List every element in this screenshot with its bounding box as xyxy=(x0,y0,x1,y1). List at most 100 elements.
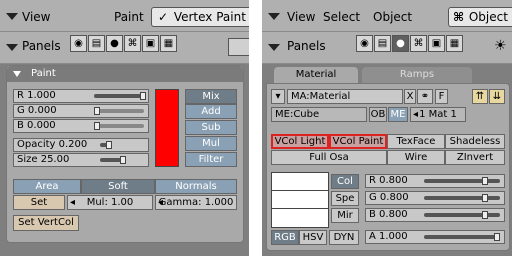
paint-color-swatch[interactable] xyxy=(155,89,179,167)
g-value: G 0.000 xyxy=(17,105,57,116)
vcol-paint-toggle[interactable]: VCol Paint xyxy=(329,134,387,149)
zinvert-toggle[interactable]: ZInvert xyxy=(445,150,505,165)
filter-button[interactable]: Filter xyxy=(185,152,237,167)
mul-value: Mul: 1.00 xyxy=(86,197,134,208)
panel-collapse-icon[interactable] xyxy=(13,71,21,77)
material-b-value: B 0.800 xyxy=(369,209,408,220)
color-preview xyxy=(271,172,329,228)
buttons-window-icons: ◉ ▤ ● ⌘ ▣ ▦ xyxy=(356,35,464,52)
mul-button[interactable]: Mul xyxy=(185,136,237,151)
script-icon[interactable]: ▤ xyxy=(374,35,391,52)
view-menu[interactable]: View xyxy=(22,10,50,24)
material-g-value: G 0.800 xyxy=(369,192,409,203)
sub-button[interactable]: Sub xyxy=(185,120,237,135)
me-link-button[interactable]: ME xyxy=(388,107,408,122)
alpha-value: A 1.000 xyxy=(369,231,408,242)
r-value: R 1.000 xyxy=(17,90,56,101)
r-track xyxy=(94,94,144,98)
tab-material[interactable]: Material xyxy=(274,67,358,83)
panel-scroll-arrows[interactable] xyxy=(228,38,249,56)
material-r-slider[interactable]: R 0.800 xyxy=(365,174,505,188)
col-tab[interactable]: Col xyxy=(331,174,359,189)
mix-button[interactable]: Mix xyxy=(185,89,237,104)
g-slider[interactable]: G 0.000 xyxy=(13,104,149,118)
shading-icon[interactable]: ● xyxy=(392,35,409,52)
mode-label: Object xyxy=(468,10,508,24)
mode-selector[interactable]: ⌘ Object xyxy=(448,7,512,27)
shading-icon[interactable]: ● xyxy=(106,35,123,52)
panels-bar: Panels ◉ ▤ ● ⌘ ▣ ▦ xyxy=(0,32,249,64)
mir-tab[interactable]: Mir xyxy=(331,208,359,223)
sun-icon[interactable]: ☀ xyxy=(494,38,507,54)
ob-link-button[interactable]: OB xyxy=(369,107,387,122)
paste-material-icon[interactable]: ⇊ xyxy=(489,89,505,104)
scene-icon[interactable]: ▦ xyxy=(446,35,463,52)
logic-icon[interactable]: ◉ xyxy=(356,35,373,52)
tab-ramps[interactable]: Ramps xyxy=(362,67,472,83)
editing-icon[interactable]: ▣ xyxy=(142,35,159,52)
r-knob xyxy=(140,92,146,100)
unlink-material-button[interactable]: X xyxy=(404,89,416,104)
mul-decrement-icon[interactable]: ◂ xyxy=(70,196,75,209)
normals-toggle[interactable]: Normals xyxy=(155,179,237,194)
spe-tab[interactable]: Spe xyxy=(331,191,359,206)
copy-material-icon[interactable]: ⇈ xyxy=(472,89,488,104)
panels-collapse-triangle-icon[interactable] xyxy=(268,44,280,51)
material-g-track xyxy=(424,196,500,200)
mesh-link-field[interactable]: ME:Cube xyxy=(271,107,367,122)
dyn-mode-button[interactable]: DYN xyxy=(329,230,359,245)
texface-toggle[interactable]: TexFace xyxy=(387,134,445,149)
full-osa-toggle[interactable]: Full Osa xyxy=(271,150,387,165)
panels-label: Panels xyxy=(22,39,61,53)
preview-divider xyxy=(272,190,328,191)
wire-toggle[interactable]: Wire xyxy=(387,150,445,165)
hsv-mode-button[interactable]: HSV xyxy=(299,230,327,245)
alpha-slider[interactable]: A 1.000 xyxy=(365,230,505,244)
material-b-slider[interactable]: B 0.800 xyxy=(365,208,505,222)
rgb-mode-button[interactable]: RGB xyxy=(271,230,299,245)
menu-collapse-triangle-icon[interactable] xyxy=(268,13,280,20)
scene-icon[interactable]: ▦ xyxy=(160,35,177,52)
object-menu[interactable]: Object xyxy=(373,10,412,24)
gamma-field[interactable]: ◂ Gamma: 1.000 xyxy=(155,195,237,210)
add-button[interactable]: Add xyxy=(185,104,237,119)
material-b-track xyxy=(424,213,500,217)
size-knob xyxy=(120,156,126,164)
material-index-field[interactable]: ◂ 1 Mat 1 xyxy=(410,107,466,122)
material-index-value: 1 Mat 1 xyxy=(419,109,457,120)
gamma-value: Gamma: 1.000 xyxy=(158,197,234,208)
mode-selector[interactable]: ✓ Vertex Paint xyxy=(151,7,249,27)
material-browse-button[interactable]: ▾ xyxy=(271,89,285,104)
size-slider[interactable]: Size 25.00 xyxy=(13,153,149,167)
script-icon[interactable]: ▤ xyxy=(88,35,105,52)
paint-panel-header[interactable]: Paint xyxy=(7,66,243,82)
opacity-knob xyxy=(106,141,112,149)
editing-icon[interactable]: ▣ xyxy=(428,35,445,52)
area-toggle[interactable]: Area xyxy=(13,179,81,194)
object-icon[interactable]: ⌘ xyxy=(410,35,427,52)
select-menu[interactable]: Select xyxy=(323,10,360,24)
material-g-slider[interactable]: G 0.800 xyxy=(365,191,505,205)
r-slider[interactable]: R 1.000 xyxy=(13,89,149,103)
logic-icon[interactable]: ◉ xyxy=(70,35,87,52)
paint-menu[interactable]: Paint xyxy=(114,10,144,24)
shadeless-toggle[interactable]: Shadeless xyxy=(445,134,505,149)
object-icon[interactable]: ⌘ xyxy=(124,35,141,52)
set-vertcol-button[interactable]: Set VertCol xyxy=(13,215,79,231)
material-name-field[interactable]: MA:Material xyxy=(287,89,403,104)
material-g-knob xyxy=(482,194,488,202)
material-r-value: R 0.800 xyxy=(369,175,408,186)
vcol-light-toggle[interactable]: VCol Light xyxy=(271,134,329,149)
opacity-slider[interactable]: Opacity 0.200 xyxy=(13,138,149,152)
fake-user-button[interactable]: F xyxy=(435,89,448,104)
menu-collapse-triangle-icon[interactable] xyxy=(6,13,18,20)
panels-collapse-triangle-icon[interactable] xyxy=(6,44,18,51)
view-menu[interactable]: View xyxy=(287,10,315,24)
b-slider[interactable]: B 0.000 xyxy=(13,119,149,133)
mul-field[interactable]: ◂ Mul: 1.00 xyxy=(67,195,153,210)
soft-toggle[interactable]: Soft xyxy=(81,179,155,194)
auto-name-icon[interactable]: ⚭ xyxy=(417,89,433,104)
mat-index-decrement-icon[interactable]: ◂ xyxy=(413,108,418,121)
gamma-decrement-icon[interactable]: ◂ xyxy=(158,196,163,209)
set-button[interactable]: Set xyxy=(13,195,65,210)
